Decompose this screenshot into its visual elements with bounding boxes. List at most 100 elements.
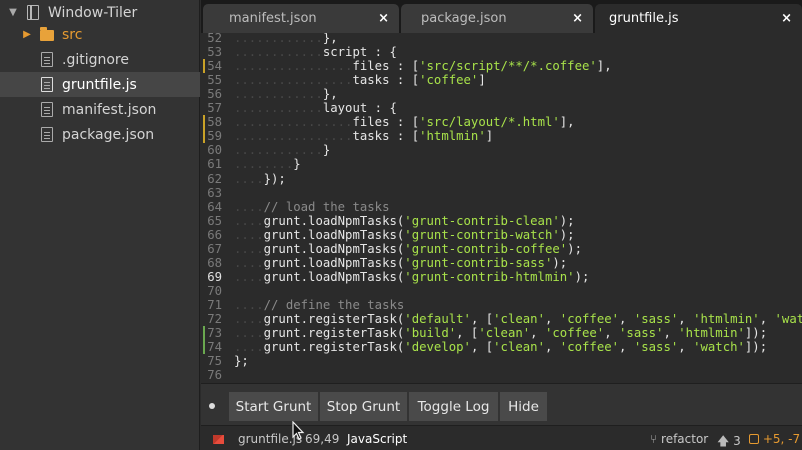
code-line[interactable]: 64 ....// load the tasks (201, 200, 802, 214)
code-line[interactable]: 60............} (201, 143, 802, 157)
line-number: 64 (207, 199, 222, 214)
line-number: 56 (207, 87, 222, 102)
code-line[interactable]: 73 ....grunt.registerTask('build', ['clea… (201, 326, 802, 341)
start-grunt-button[interactable]: Start Grunt (229, 392, 319, 421)
tree-item-src[interactable]: ▶ src (0, 22, 200, 47)
code-line[interactable]: 65 ....grunt.loadNpmTasks('grunt-contrib-… (201, 214, 802, 228)
git-branch[interactable]: ⑂ refactor (650, 432, 708, 446)
line-number: 53 (207, 45, 222, 60)
git-branch-icon: ⑂ (650, 432, 658, 446)
tab-gruntfile-js[interactable]: gruntfile.js × (595, 4, 802, 33)
arrow-up-icon: 🡅 (717, 434, 730, 448)
tree-item-package[interactable]: package.json (0, 122, 200, 147)
line-number: 70 (207, 283, 222, 298)
line-number: 62 (207, 171, 222, 186)
code-line[interactable]: 72 ....grunt.registerTask('default', ['cl… (201, 312, 802, 326)
code-text: ....grunt.loadNpmTasks('grunt-contrib-co… (234, 241, 582, 256)
chevron-down-icon[interactable]: ▼ (6, 7, 20, 18)
code-line[interactable]: 68 ....grunt.loadNpmTasks('grunt-contrib-… (201, 256, 802, 270)
line-number: 76 (207, 368, 222, 383)
git-diff-label: +5, -7 (762, 432, 801, 446)
tab-bar: manifest.json × package.json × gruntfile… (201, 0, 802, 33)
line-number: 74 (207, 340, 222, 355)
code-line[interactable]: 58 ................files : ['src/layout/*… (201, 115, 802, 130)
line-number: 52 (207, 33, 222, 45)
status-dot-icon (209, 403, 215, 409)
file-icon (40, 102, 54, 118)
code-text: ........} (234, 157, 301, 172)
code-line[interactable]: 69 ....grunt.loadNpmTasks('grunt-contrib-… (201, 270, 802, 284)
tree-item-label: gruntfile.js (62, 76, 137, 93)
code-line[interactable]: 61........} (201, 157, 802, 171)
tree-view: ▼ Window-Tiler ▶ src .gitignore gruntfil… (0, 0, 200, 450)
code-line[interactable]: 53 ............script : { (201, 45, 802, 59)
line-number: 65 (207, 213, 222, 228)
code-text: ....// define the tasks (234, 297, 405, 312)
tab-package-json[interactable]: package.json × (401, 4, 593, 33)
tree-item-label: .gitignore (62, 51, 129, 68)
git-diff-icon (749, 434, 759, 444)
hide-button[interactable]: Hide (500, 392, 548, 421)
file-icon (40, 77, 54, 93)
file-icon (40, 52, 54, 68)
code-text: ................files : ['src/script/**/… (234, 59, 612, 74)
line-number: 73 (207, 326, 222, 341)
project-root-label: Window-Tiler (48, 4, 138, 21)
code-line[interactable]: 55 ................tasks : ['coffee'] (201, 73, 802, 87)
code-line[interactable]: 56............}, (201, 87, 802, 101)
code-text: ................tasks : ['htmlmin'] (234, 129, 494, 144)
tab-label: package.json (421, 11, 507, 26)
tab-manifest-json[interactable]: manifest.json × (203, 4, 399, 33)
tree-item-manifest[interactable]: manifest.json (0, 97, 200, 122)
close-icon[interactable]: × (378, 11, 389, 26)
code-line[interactable]: 52............}, (201, 33, 802, 45)
code-text: ....grunt.loadNpmTasks('grunt-contrib-wa… (234, 227, 575, 242)
tree-item-label: manifest.json (62, 101, 157, 118)
code-line[interactable]: 71 ....// define the tasks (201, 298, 802, 312)
tree-item-gruntfile[interactable]: gruntfile.js (0, 72, 200, 97)
git-ahead: 🡅 3 (717, 432, 741, 450)
file-icon (40, 127, 54, 143)
line-number: 54 (207, 59, 222, 74)
lint-error-icon[interactable] (213, 435, 224, 444)
line-number: 66 (207, 227, 222, 242)
tree-item-gitignore[interactable]: .gitignore (0, 47, 200, 72)
close-icon[interactable]: × (572, 11, 583, 26)
code-editor[interactable]: 52............}, 53 ............script : {… (201, 33, 802, 383)
code-line[interactable]: 75}; (201, 354, 802, 368)
code-text: ....grunt.registerTask('default', ['clea… (234, 312, 802, 326)
code-line[interactable]: 66 ....grunt.loadNpmTasks('grunt-contrib-… (201, 228, 802, 242)
line-number: 71 (207, 297, 222, 312)
cursor-position[interactable]: 69,49 (305, 432, 339, 446)
code-line[interactable]: 70 (201, 284, 802, 298)
code-text: }; (234, 354, 249, 369)
code-line[interactable]: 67 ....grunt.loadNpmTasks('grunt-contrib-… (201, 242, 802, 256)
code-text: ............}, (234, 87, 338, 102)
code-text: ............} (234, 143, 331, 158)
code-line[interactable]: 63 (201, 186, 802, 200)
git-diff: +5, -7 (749, 432, 800, 446)
code-line[interactable]: 62....}); (201, 172, 802, 186)
toggle-log-button[interactable]: Toggle Log (409, 392, 499, 421)
line-number: 63 (207, 185, 222, 200)
code-line[interactable]: 57 ............layout : { (201, 101, 802, 115)
grunt-panel: Start Grunt Stop Grunt Toggle Log Hide (201, 383, 802, 425)
tab-label: manifest.json (229, 11, 317, 26)
line-number: 72 (207, 312, 222, 326)
code-line[interactable]: 59 ................tasks : ['htmlmin'] (201, 129, 802, 144)
code-text: ............}, (234, 33, 338, 45)
tab-label: gruntfile.js (609, 11, 679, 26)
folder-icon (40, 27, 54, 43)
code-line[interactable]: 54 ................files : ['src/script/*… (201, 59, 802, 74)
line-number: 60 (207, 143, 222, 158)
grammar-selector[interactable]: JavaScript (347, 432, 407, 446)
code-line[interactable]: 76 (201, 368, 802, 382)
line-number: 67 (207, 241, 222, 256)
code-text: ....}); (234, 171, 286, 186)
stop-grunt-button[interactable]: Stop Grunt (320, 392, 408, 421)
chevron-right-icon[interactable]: ▶ (20, 29, 34, 40)
line-number: 69 (207, 269, 222, 284)
close-icon[interactable]: × (781, 11, 792, 26)
code-text: ....grunt.loadNpmTasks('grunt-contrib-sa… (234, 255, 568, 270)
code-line[interactable]: 74 ....grunt.registerTask('develop', ['cl… (201, 340, 802, 355)
